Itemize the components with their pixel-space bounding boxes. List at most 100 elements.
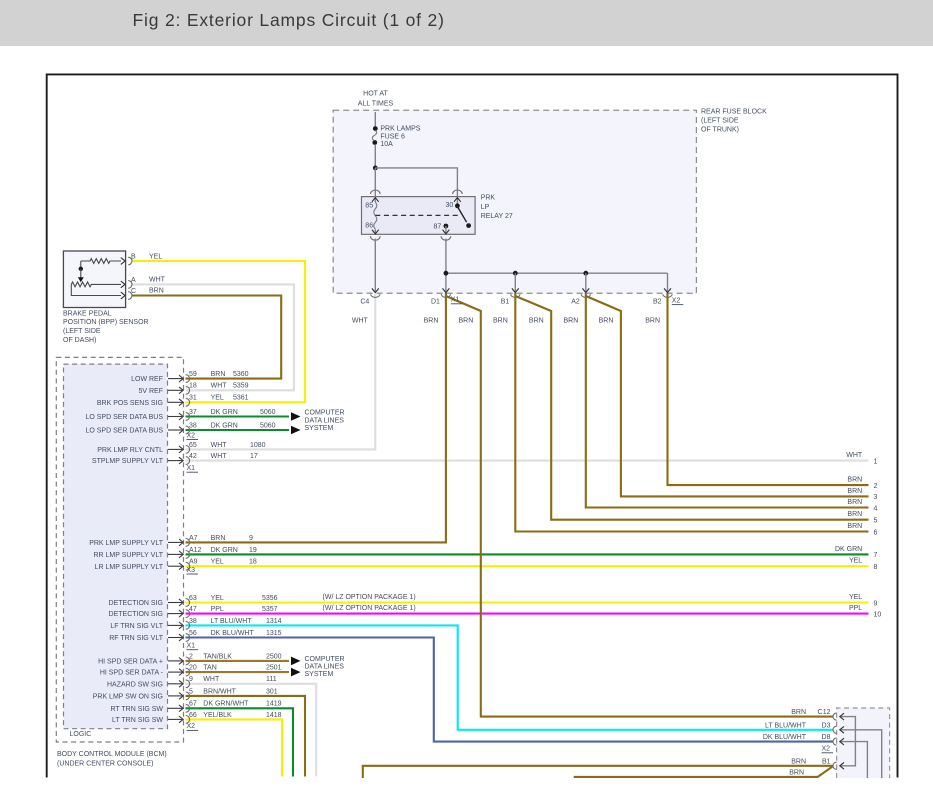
svg-text:LOGIC: LOGIC [70,731,92,738]
svg-text:(UNDER CENTER CONSOLE): (UNDER CENTER CONSOLE) [57,761,153,768]
svg-text:BRAKE PEDAL: BRAKE PEDAL [63,310,112,317]
svg-text:17: 17 [250,453,258,460]
svg-text:DK GRN: DK GRN [211,409,238,416]
svg-text:18: 18 [189,383,197,390]
svg-text:1315: 1315 [266,630,282,637]
svg-text:38: 38 [189,618,197,625]
svg-text:56: 56 [189,630,197,637]
svg-text:(W/ LZ OPTION PACKAGE 1): (W/ LZ OPTION PACKAGE 1) [323,594,416,601]
svg-text:9: 9 [189,676,193,683]
svg-text:X2: X2 [672,297,681,304]
svg-text:YEL: YEL [849,594,862,601]
svg-text:19: 19 [249,547,257,554]
svg-text:RF TRN SIG VLT: RF TRN SIG VLT [109,635,164,642]
svg-text:BRN: BRN [847,523,862,530]
svg-text:TAN/BLK: TAN/BLK [203,653,232,660]
svg-text:DETECTION SIG: DETECTION SIG [109,600,163,607]
svg-text:BRN: BRN [459,318,474,325]
svg-text:86: 86 [365,223,373,230]
svg-text:FUSE 6: FUSE 6 [380,133,405,140]
svg-text:PRK LMP RLY CNTL: PRK LMP RLY CNTL [97,447,163,454]
svg-text:SYSTEM: SYSTEM [305,425,334,432]
svg-text:HAZARD SW SIG: HAZARD SW SIG [107,681,163,688]
svg-text:111: 111 [266,676,277,683]
svg-text:8: 8 [874,564,878,571]
svg-text:YEL: YEL [149,254,162,261]
svg-text:B1: B1 [822,758,831,765]
svg-text:D8: D8 [822,734,831,741]
svg-text:PRK LAMPS: PRK LAMPS [380,126,420,133]
svg-text:BRN: BRN [847,488,862,495]
svg-text:PRK LMP SUPPLY VLT: PRK LMP SUPPLY VLT [89,540,164,547]
svg-text:B: B [131,254,136,261]
svg-text:5361: 5361 [233,395,249,402]
svg-text:DETECTION SIG: DETECTION SIG [109,611,163,618]
svg-text:BRN: BRN [791,709,806,716]
svg-text:BRN: BRN [211,371,226,378]
svg-text:X1: X1 [187,465,196,472]
svg-text:18: 18 [249,559,257,566]
svg-text:WHT: WHT [846,452,863,459]
svg-text:2501: 2501 [266,665,282,672]
svg-text:DK BLU/WHT: DK BLU/WHT [763,734,807,741]
svg-text:9: 9 [874,600,878,607]
svg-text:WHT: WHT [211,453,228,460]
svg-text:BRN: BRN [424,318,439,325]
svg-text:TAN: TAN [203,665,216,672]
svg-text:BRN: BRN [493,318,508,325]
svg-text:WHT: WHT [203,676,220,683]
svg-text:LT TRN SIG SW: LT TRN SIG SW [112,717,163,724]
svg-text:59: 59 [189,371,197,378]
svg-text:LT BLU/WHT: LT BLU/WHT [211,618,253,625]
svg-text:BRN: BRN [645,318,660,325]
svg-text:OF TRUNK): OF TRUNK) [701,127,739,134]
svg-text:1: 1 [874,458,878,465]
svg-text:1314: 1314 [266,618,282,625]
svg-text:LT BLU/WHT: LT BLU/WHT [765,722,807,729]
svg-text:6: 6 [874,529,878,536]
svg-text:STPLMP SUPPLY VLT: STPLMP SUPPLY VLT [92,458,164,465]
svg-text:A2: A2 [571,298,580,305]
svg-text:1418: 1418 [266,712,282,719]
svg-text:HI SPD SER DATA -: HI SPD SER DATA - [100,670,164,677]
svg-text:5357: 5357 [262,606,278,613]
svg-text:BRN: BRN [599,318,614,325]
svg-text:BRN: BRN [211,535,226,542]
svg-text:37: 37 [189,409,197,416]
svg-text:PRK: PRK [481,194,496,201]
svg-text:A12: A12 [189,547,202,554]
svg-text:DK GRN: DK GRN [211,547,238,554]
svg-text:85: 85 [365,202,373,209]
svg-text:X1: X1 [187,643,196,650]
svg-text:COMPUTER: COMPUTER [305,656,345,663]
svg-text:DATA LINES: DATA LINES [305,663,345,670]
svg-text:COMPUTER: COMPUTER [305,410,345,417]
svg-text:HOT AT: HOT AT [363,91,388,98]
svg-text:BRN: BRN [529,318,544,325]
svg-text:BRN: BRN [847,499,862,506]
svg-text:2500: 2500 [266,653,282,660]
svg-text:5: 5 [189,688,193,695]
svg-text:RT TRN SIG SW: RT TRN SIG SW [110,706,163,713]
svg-text:Fig 2: Exterior Lamps Circuit: Fig 2: Exterior Lamps Circuit (1 of 2) [133,10,445,30]
svg-text:B2: B2 [653,298,662,305]
svg-text:BRN: BRN [564,318,579,325]
svg-text:5360: 5360 [233,371,249,378]
svg-text:LO SPD SER DATA BUS: LO SPD SER DATA BUS [85,428,163,435]
svg-text:C: C [131,288,136,295]
svg-text:YEL: YEL [211,395,224,402]
svg-text:RR LMP SUPPLY VLT: RR LMP SUPPLY VLT [93,552,163,559]
svg-text:42: 42 [189,453,197,460]
svg-text:LOW REF: LOW REF [131,376,163,383]
svg-text:C12: C12 [818,709,831,716]
svg-text:POSITION (BPP) SENSOR: POSITION (BPP) SENSOR [63,319,149,326]
svg-text:(LEFT SIDE: (LEFT SIDE [701,118,739,125]
svg-text:2: 2 [189,653,193,660]
svg-text:1419: 1419 [266,701,282,708]
svg-text:B1: B1 [501,298,510,305]
svg-text:3: 3 [874,494,878,501]
svg-text:HI SPD SER DATA +: HI SPD SER DATA + [98,659,163,666]
svg-text:LR LMP SUPPLY VLT: LR LMP SUPPLY VLT [95,564,164,571]
svg-text:PPL: PPL [211,606,224,613]
svg-text:LO SPD SER DATA BUS: LO SPD SER DATA BUS [85,414,163,421]
